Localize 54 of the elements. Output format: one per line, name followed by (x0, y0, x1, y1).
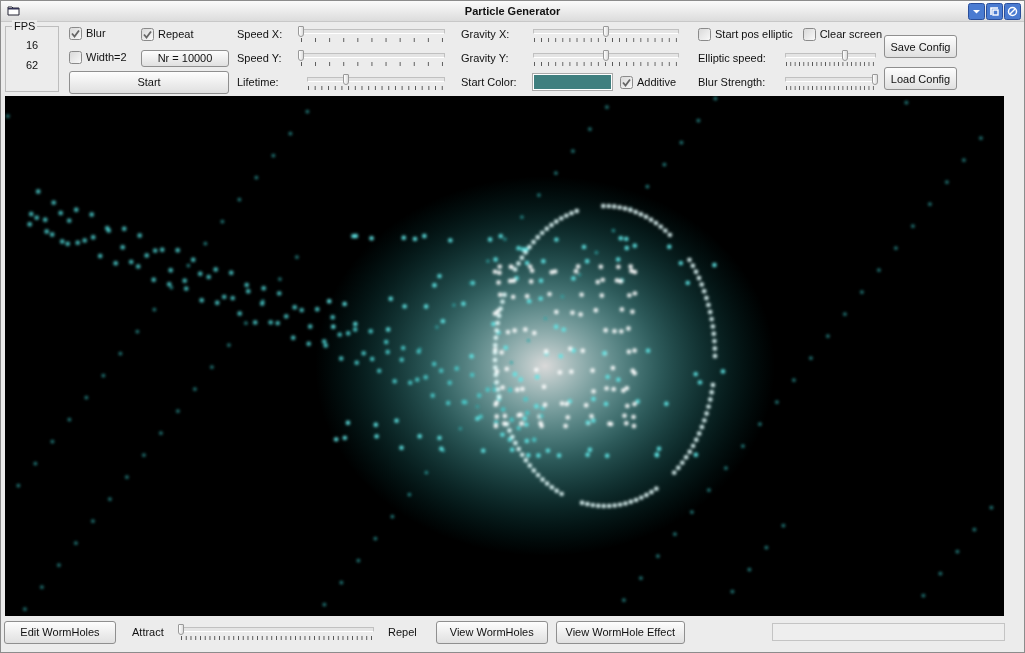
slider[interactable] (178, 624, 376, 640)
slider-label: Gravity Y: (461, 52, 510, 64)
count-button[interactable]: Nr = 10000 (141, 49, 229, 67)
slider-thumb[interactable] (603, 26, 609, 37)
view-wormholes-button[interactable]: View WormHoles (435, 620, 548, 644)
slider[interactable] (305, 74, 447, 90)
slider-thumb[interactable] (178, 624, 184, 635)
checkbox[interactable] (698, 27, 711, 41)
view-effect-button[interactable]: View WormHole Effect (555, 620, 685, 644)
fps-value: 16 (25, 38, 39, 52)
slider[interactable] (298, 26, 447, 42)
checkbox[interactable] (802, 27, 816, 41)
fps-value: 62 (25, 58, 39, 72)
window-title: Particle Generator (464, 5, 561, 17)
close-icon[interactable] (1004, 2, 1021, 20)
checkbox-label: Blur (86, 27, 106, 39)
slider-label: Gravity X: (461, 28, 511, 40)
slider-thumb[interactable] (343, 74, 350, 85)
color-swatch[interactable] (533, 74, 612, 90)
checkbox-label: Width=2 (86, 51, 127, 63)
slider-label: Speed X: (237, 28, 284, 40)
slider-label: Speed Y: (237, 52, 283, 64)
slider-thumb[interactable] (841, 50, 848, 61)
slider-label: Elliptic speed: (698, 52, 767, 64)
checkbox-label: Repeat (158, 28, 194, 40)
checkbox[interactable] (141, 27, 154, 41)
slider-thumb[interactable] (298, 26, 304, 37)
config-button[interactable]: Save Config (884, 35, 957, 58)
repel-label: Repel (388, 626, 417, 638)
slider-thumb[interactable] (603, 50, 609, 61)
color-label: Start Color: (461, 76, 518, 88)
edit-wormholes-button[interactable]: Edit WormHoles (4, 620, 116, 644)
slider[interactable] (783, 74, 878, 90)
slider-thumb[interactable] (298, 50, 304, 61)
checkbox[interactable] (620, 75, 633, 89)
checkbox[interactable] (69, 50, 82, 64)
slider[interactable] (531, 26, 681, 42)
window-icon (7, 5, 21, 17)
slider-thumb[interactable] (872, 74, 878, 85)
checkbox-label: Clear screen (819, 28, 882, 40)
checkbox-label: Start pos elliptic (715, 28, 793, 40)
minimize-icon[interactable] (968, 2, 985, 20)
slider[interactable] (783, 50, 878, 66)
start-button[interactable]: Start (69, 70, 229, 94)
config-button[interactable]: Load Config (884, 67, 957, 90)
group-label: FPS (12, 20, 38, 32)
checkbox-label: Additive (637, 76, 677, 88)
maximize-icon[interactable] (986, 2, 1003, 20)
slider[interactable] (298, 50, 447, 66)
slider-label: Lifetime: (237, 76, 280, 88)
attract-label: Attract (132, 626, 165, 638)
checkbox[interactable] (69, 26, 82, 40)
slider-label: Blur Strength: (698, 76, 767, 88)
slider[interactable] (531, 50, 681, 66)
